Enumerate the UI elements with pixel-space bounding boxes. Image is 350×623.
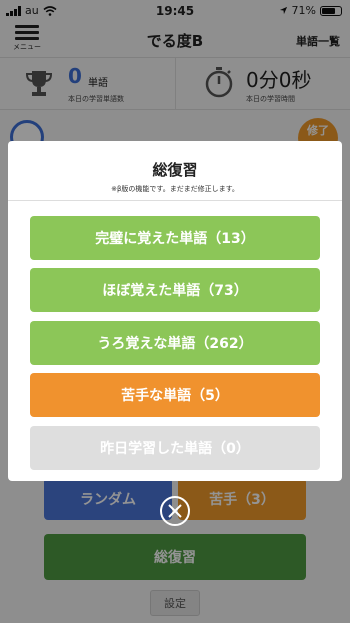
weak-words-modal-button[interactable]: 苦手な単語（5） [30,373,320,417]
modal-note: ※β版の機能です。まだまだ修正します。 [111,185,239,193]
close-icon[interactable] [159,495,191,527]
modal-title: 総復習 [152,161,198,179]
modal-divider [8,200,342,201]
yesterday-words-button[interactable]: 昨日学習した単語（0） [30,426,320,470]
review-modal: 総復習 ※β版の機能です。まだまだ修正します。 完璧に覚えた単語（13） ほぼ覚… [8,141,342,481]
mostly-learned-words-button[interactable]: ほぼ覚えた単語（73） [30,268,320,312]
mastered-words-button[interactable]: 完璧に覚えた単語（13） [30,216,320,260]
vaguely-learned-words-button[interactable]: うろ覚えな単語（262） [30,321,320,365]
